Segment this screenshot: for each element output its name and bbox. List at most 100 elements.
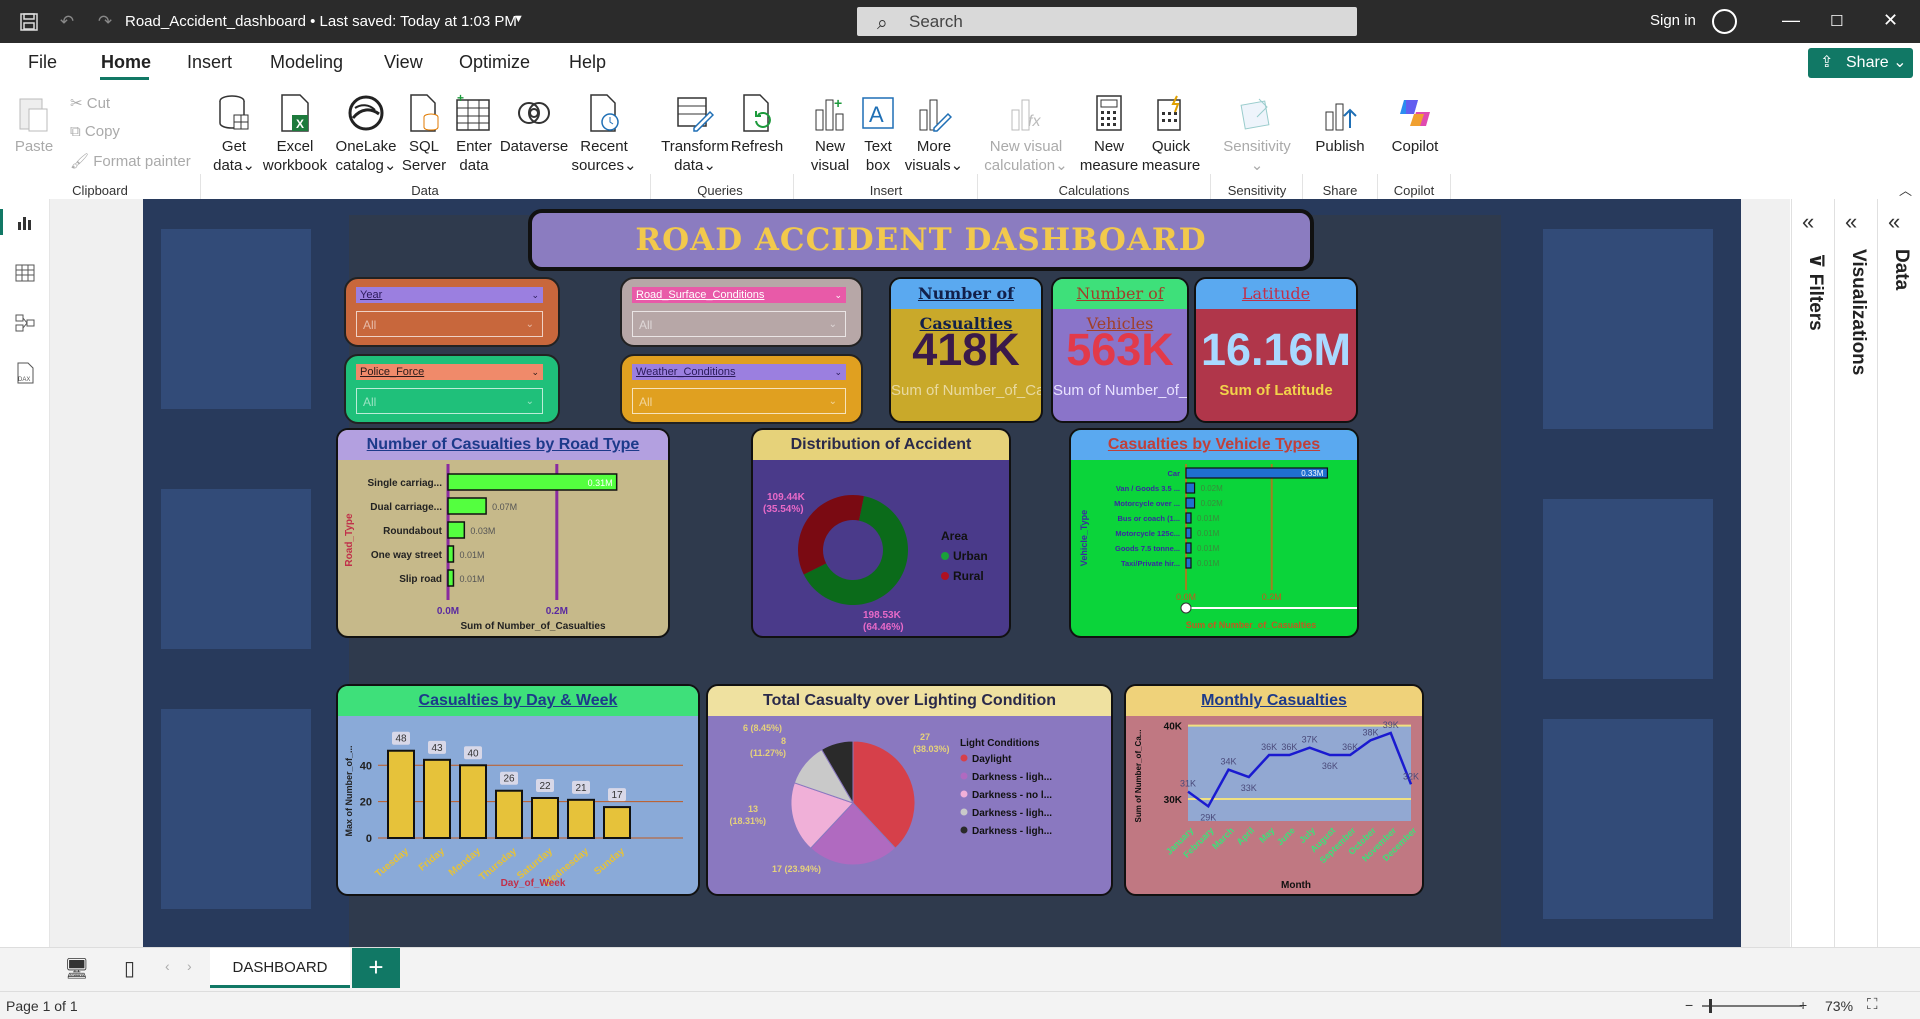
menu-modeling[interactable]: Modeling <box>270 52 343 73</box>
transform-data-button[interactable]: Transform data⌄ <box>660 92 730 175</box>
new-visual-button[interactable]: + New visual <box>806 92 854 175</box>
zoom-out-icon[interactable]: − <box>1685 997 1693 1013</box>
enter-data-label-1: Enter <box>456 138 492 155</box>
get-data-button[interactable]: Get data⌄ <box>211 92 257 175</box>
zoom-in-icon[interactable]: + <box>1799 997 1807 1013</box>
quick-measure-button[interactable]: Quick measure <box>1140 92 1202 175</box>
text-box-button[interactable]: A Text box <box>857 92 899 175</box>
fit-to-page-icon[interactable]: ⛶ <box>1867 996 1878 1013</box>
more-visuals-button[interactable]: More visuals⌄ <box>904 92 964 175</box>
search-input[interactable]: ⌕ Search <box>857 7 1357 36</box>
visualizations-label: Visualizations <box>1848 249 1869 376</box>
slicer-police-force-dropdown[interactable]: All ⌄ <box>356 388 543 414</box>
data-label: 21 <box>575 783 587 794</box>
sql-server-button[interactable]: SQL Server <box>402 92 446 175</box>
chart-road-type[interactable]: Number of Casualties by Road Type Single… <box>336 428 670 638</box>
zoom-slider[interactable] <box>1702 999 1802 1013</box>
menu-view[interactable]: View <box>384 52 423 73</box>
model-view-icon[interactable] <box>13 311 37 335</box>
card-number-of-casualties[interactable]: Number of Casualties 418K Sum of Number_… <box>889 277 1043 423</box>
paste-button[interactable]: Paste <box>14 92 54 156</box>
slicer-year[interactable]: Year ⌄ All ⌄ <box>344 277 560 347</box>
desktop-layout-icon[interactable]: 🖥 <box>64 956 89 981</box>
slicer-weather[interactable]: Weather_Conditions ⌄ All ⌄ <box>620 354 863 424</box>
x-tick-label: Friday <box>417 846 447 874</box>
slicer-year-dropdown[interactable]: All ⌄ <box>356 311 543 337</box>
copy-button[interactable]: ⧉ Copy <box>70 123 120 140</box>
visual-calc-label-2: calculation <box>984 157 1056 174</box>
format-painter-button[interactable]: 🖌 Format painter <box>70 152 191 170</box>
chevron-right-icon[interactable]: › <box>187 958 192 974</box>
redo-icon[interactable]: ↷ <box>94 11 116 33</box>
card-number-of-vehicles[interactable]: Number of Vehicles 563K Sum of Number_of… <box>1051 277 1189 423</box>
close-icon[interactable]: ✕ <box>1883 10 1898 31</box>
maximize-icon[interactable]: ☐ <box>1830 12 1843 30</box>
card-latitude[interactable]: Latitude 16.16M Sum of Latitude <box>1194 277 1358 423</box>
x-tick-label: 0.0M <box>1176 592 1196 602</box>
sign-in-link[interactable]: Sign in <box>1650 12 1696 29</box>
cut-button[interactable]: ✂ Cut <box>70 94 110 112</box>
minimize-icon[interactable]: — <box>1782 10 1800 31</box>
share-label: Share <box>1846 54 1889 71</box>
mobile-layout-icon[interactable]: ▯ <box>124 956 135 981</box>
menu-optimize[interactable]: Optimize <box>459 52 530 73</box>
excel-workbook-button[interactable]: X Excel workbook <box>262 92 328 175</box>
dax-query-view-icon[interactable]: DAX <box>13 361 37 385</box>
chart-day-week[interactable]: Casualties by Day & Week 0 20 40 48 Tuesday 4… <box>336 684 700 896</box>
x-tick-label: April <box>1235 825 1257 847</box>
visual-calculation-icon: fx <box>1006 92 1046 134</box>
share-button[interactable]: ⇪ Share ⌄ <box>1808 48 1913 78</box>
copy-label: Copy <box>84 123 120 140</box>
slicer-road-surface-dropdown[interactable]: All ⌄ <box>632 311 846 337</box>
data-pane[interactable]: « Data <box>1877 199 1919 947</box>
new-measure-label-2: measure <box>1079 157 1139 174</box>
avatar-icon[interactable] <box>1712 9 1737 34</box>
recent-sources-button[interactable]: Recent sources⌄ <box>570 92 638 175</box>
document-title[interactable]: Road_Accident_dashboard • Last saved: To… <box>125 13 517 30</box>
table-view-icon[interactable] <box>13 261 37 285</box>
y-axis-label: Vehicle_Type <box>1079 510 1089 566</box>
visualizations-pane[interactable]: « Visualizations <box>1834 199 1876 947</box>
excel-label-2: workbook <box>262 157 328 174</box>
menu-home[interactable]: Home <box>101 52 151 73</box>
data-label: 0.33M <box>1301 469 1324 478</box>
refresh-button[interactable]: Refresh <box>731 92 783 156</box>
sensitivity-button[interactable]: Sensitivity ⌄ <box>1223 92 1291 175</box>
background-decoration <box>1543 719 1713 919</box>
add-page-button[interactable]: + <box>352 948 400 988</box>
save-icon[interactable] <box>18 11 40 33</box>
chart-monthly-casualties[interactable]: Monthly Casualties 40K 30K 31K January 29K Fe… <box>1124 684 1424 896</box>
tab-dashboard[interactable]: DASHBOARD <box>210 948 350 988</box>
slicer-police-force[interactable]: Police_Force ⌄ All ⌄ <box>344 354 560 424</box>
enter-data-button[interactable]: + Enter data <box>452 92 496 175</box>
svg-text:+: + <box>457 94 464 105</box>
chart-lighting-condition[interactable]: Total Casualty over Lighting Condition 2… <box>706 684 1113 896</box>
zoom-slider-thumb[interactable] <box>1709 999 1712 1013</box>
report-view-icon[interactable] <box>13 211 37 235</box>
undo-icon[interactable]: ↶ <box>56 11 78 33</box>
new-visual-calculation-button[interactable]: fx New visual calculation⌄ <box>984 92 1068 175</box>
chevron-left-icon[interactable]: ‹ <box>165 958 170 974</box>
expand-filters-icon[interactable]: « <box>1802 209 1814 235</box>
menu-insert[interactable]: Insert <box>187 52 232 73</box>
filters-pane[interactable]: « ⊽ Filters <box>1791 199 1833 947</box>
expand-visualizations-icon[interactable]: « <box>1845 209 1857 235</box>
publish-button[interactable]: Publish <box>1312 92 1368 156</box>
legend-marker <box>960 808 968 816</box>
recent-sources-label-1: Recent <box>580 138 628 155</box>
chevron-down-icon[interactable]: ▼ <box>513 13 524 25</box>
copilot-button[interactable]: Copilot <box>1384 92 1446 156</box>
menu-file[interactable]: File <box>28 52 57 73</box>
dataverse-button[interactable]: Dataverse <box>500 92 568 156</box>
new-measure-button[interactable]: New measure <box>1079 92 1139 175</box>
slicer-weather-dropdown[interactable]: All ⌄ <box>632 388 846 414</box>
expand-data-icon[interactable]: « <box>1888 209 1900 235</box>
chart-distribution-of-accident[interactable]: Distribution of Accident 198.53K (64.46%)… <box>751 428 1011 638</box>
chart-vehicle-types[interactable]: Casualties by Vehicle Types Car 0.33M Van … <box>1069 428 1359 638</box>
card-value: 16.16M <box>1200 324 1352 375</box>
menu-help[interactable]: Help <box>569 52 606 73</box>
more-visuals-label-1: More <box>916 138 952 155</box>
onelake-catalog-button[interactable]: OneLake catalog⌄ <box>333 92 399 175</box>
collapse-ribbon-icon[interactable]: ︿ <box>1899 180 1912 199</box>
slicer-road-surface[interactable]: Road_Surface_Conditions ⌄ All ⌄ <box>620 277 863 347</box>
